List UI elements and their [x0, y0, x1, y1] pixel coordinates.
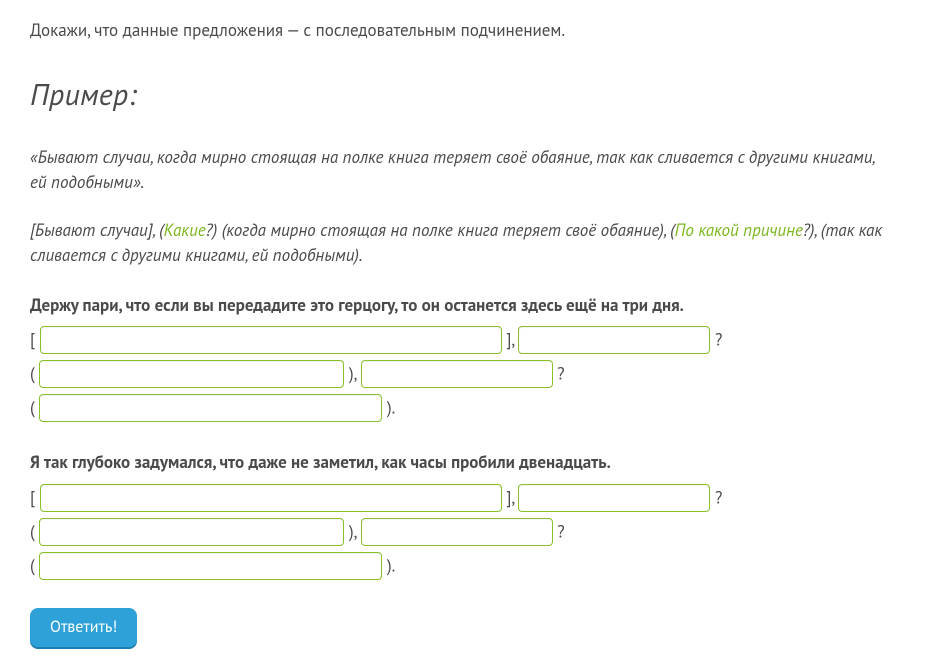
answer-input[interactable] — [39, 552, 382, 580]
answer-input[interactable] — [518, 326, 710, 354]
exercise-page: Докажи, что данные предложения — с после… — [0, 0, 929, 667]
task-block: Я так глубоко задумался, что даже не зам… — [30, 450, 889, 580]
bracket-open: [ — [30, 486, 40, 508]
paren-close-comma: ), — [344, 520, 360, 542]
example-analysis: [Бывают случаи], (Какие?) (когда мирно с… — [30, 218, 889, 269]
task-sentence: Держу пари, что если вы передадите это г… — [30, 293, 889, 319]
example-heading: Пример: — [30, 72, 889, 117]
paren-open: ( — [30, 554, 39, 576]
question-mark: ? — [553, 362, 565, 384]
example-analysis-part: ?) (когда мирно стоящая на полке книга т… — [206, 219, 675, 241]
task-sentence: Я так глубоко задумался, что даже не зам… — [30, 450, 889, 476]
submit-button[interactable]: Ответить! — [30, 608, 137, 647]
answer-input[interactable] — [39, 394, 382, 422]
example-question-word: Какие — [164, 219, 206, 241]
answer-line: ( ), ? — [30, 360, 889, 388]
answer-line: ( ). — [30, 552, 889, 580]
answer-input[interactable] — [518, 484, 710, 512]
answer-input[interactable] — [40, 484, 502, 512]
answer-line: [ ], ? — [30, 326, 889, 354]
question-mark: ? — [710, 328, 722, 350]
bracket-close-comma: ], — [502, 328, 519, 350]
answer-line: [ ], ? — [30, 484, 889, 512]
answer-input[interactable] — [40, 326, 502, 354]
task-block: Держу пари, что если вы передадите это г… — [30, 293, 889, 423]
paren-close-period: ). — [382, 396, 395, 418]
paren-open: ( — [30, 520, 39, 542]
bracket-open: [ — [30, 328, 40, 350]
answer-input[interactable] — [361, 360, 553, 388]
paren-open: ( — [30, 362, 39, 384]
answer-line: ( ), ? — [30, 518, 889, 546]
paren-close-period: ). — [382, 554, 395, 576]
question-mark: ? — [710, 486, 722, 508]
question-mark: ? — [553, 520, 565, 542]
answer-input[interactable] — [361, 518, 553, 546]
answer-input[interactable] — [39, 518, 344, 546]
answer-input[interactable] — [39, 360, 344, 388]
bracket-close-comma: ], — [502, 486, 519, 508]
example-question-word: По какой причине — [675, 219, 803, 241]
answer-line: ( ). — [30, 394, 889, 422]
paren-close-comma: ), — [344, 362, 360, 384]
instruction-text: Докажи, что данные предложения — с после… — [30, 18, 889, 44]
paren-open: ( — [30, 396, 39, 418]
example-analysis-part: [Бывают случаи], ( — [30, 219, 164, 241]
example-sentence: «Бывают случаи, когда мирно стоящая на п… — [30, 145, 889, 196]
